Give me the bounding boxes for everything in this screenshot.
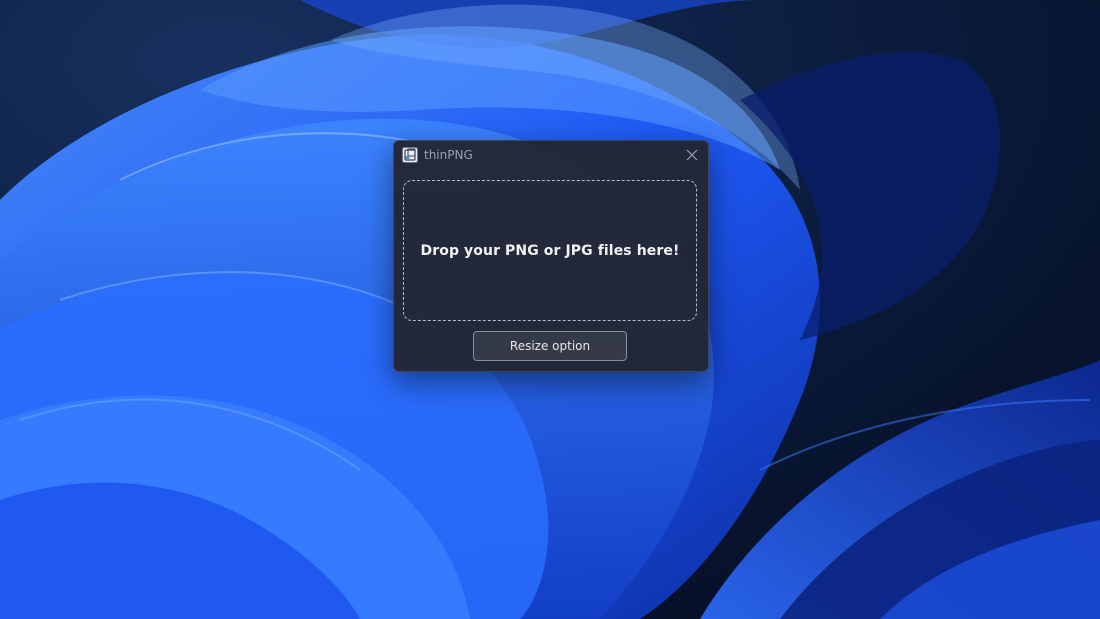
title-bar[interactable]: thinPNG — [394, 141, 708, 169]
close-icon — [686, 146, 698, 165]
desktop: thinPNG Drop your PNG or JPG files here!… — [0, 0, 1100, 619]
resize-option-button[interactable]: Resize option — [473, 331, 627, 361]
window-title: thinPNG — [424, 148, 473, 162]
thinpng-app-icon — [402, 147, 418, 163]
drop-zone[interactable]: Drop your PNG or JPG files here! — [403, 180, 697, 321]
drop-zone-label: Drop your PNG or JPG files here! — [420, 242, 680, 259]
thinpng-window: thinPNG Drop your PNG or JPG files here!… — [393, 140, 709, 372]
close-button[interactable] — [680, 144, 704, 166]
